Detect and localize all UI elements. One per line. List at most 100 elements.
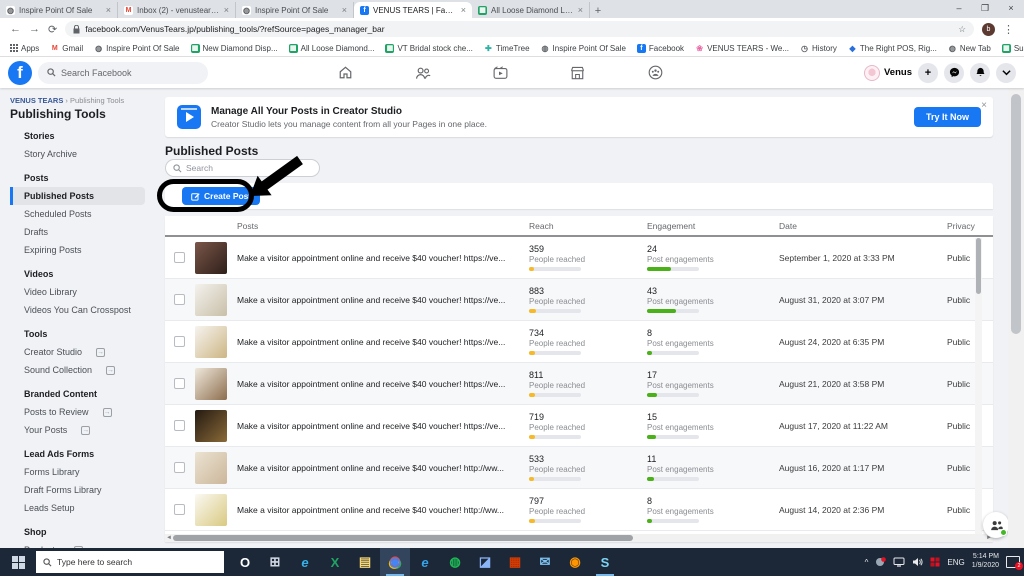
browser-tab-0[interactable]: ◍Inspire Point Of Sale× <box>0 2 118 18</box>
browser-menu-icon[interactable]: ⋮ <box>1003 23 1014 36</box>
taskbar-task-view-icon[interactable]: ⊞ <box>260 548 290 576</box>
action-center-icon[interactable]: 2 <box>1006 556 1020 568</box>
col-engagement[interactable]: Engagement <box>647 221 779 231</box>
sidebar-item-posts-to-review[interactable]: Posts to Review→ <box>10 403 145 421</box>
sidebar-item-leads-setup[interactable]: Leads Setup <box>10 499 145 517</box>
profile-chip[interactable]: Venus <box>864 65 912 81</box>
taskbar-store-red-icon[interactable]: ▦ <box>500 548 530 576</box>
scroll-left-icon[interactable]: ◄ <box>166 534 172 542</box>
bookmark-4[interactable]: ▦All Loose Diamond... <box>289 44 375 53</box>
start-button[interactable] <box>0 548 36 576</box>
taskbar-spotify-icon[interactable]: ◍ <box>440 548 470 576</box>
banner-close-icon[interactable]: × <box>981 100 987 111</box>
taskbar-search-input[interactable]: Type here to search <box>36 551 224 573</box>
sidebar-item-video-library[interactable]: Video Library <box>10 283 145 301</box>
network-icon[interactable] <box>893 557 905 567</box>
language-indicator[interactable]: ENG <box>947 558 964 567</box>
back-icon[interactable]: ← <box>10 23 21 35</box>
sidebar-item-draft-forms-library[interactable]: Draft Forms Library <box>10 481 145 499</box>
bookmark-3[interactable]: ▦New Diamond Disp... <box>191 44 278 53</box>
posts-search-input[interactable]: Search <box>165 159 320 177</box>
sidebar-item-drafts[interactable]: Drafts <box>10 223 145 241</box>
bookmark-5[interactable]: ▦VT Bridal stock che... <box>385 44 472 53</box>
create-plus-button[interactable]: + <box>918 63 938 83</box>
taskbar-cortana-icon[interactable]: O <box>230 548 260 576</box>
tray-app-icon[interactable] <box>875 557 886 567</box>
taskbar-file-explorer-icon[interactable]: ▤ <box>350 548 380 576</box>
taskbar-internet-explorer-icon[interactable]: e <box>290 548 320 576</box>
row-checkbox[interactable] <box>174 252 185 263</box>
volume-icon[interactable] <box>912 557 923 567</box>
account-menu-button[interactable] <box>996 63 1016 83</box>
nav-watch-icon[interactable] <box>475 59 525 87</box>
try-it-now-button[interactable]: Try It Now <box>914 107 981 127</box>
sidebar-item-creator-studio[interactable]: Creator Studio→ <box>10 343 145 361</box>
row-checkbox[interactable] <box>174 462 185 473</box>
bookmark-8[interactable]: fFacebook <box>637 44 684 53</box>
bookmark-2[interactable]: ◍Inspire Point Of Sale <box>94 44 179 53</box>
post-text[interactable]: Make a visitor appointment online and re… <box>237 295 529 305</box>
bookmark-0[interactable]: Apps <box>10 44 39 53</box>
browser-tab-4[interactable]: ▦All Loose Diamond List(updated× <box>472 2 590 18</box>
browser-tab-3[interactable]: fVENUS TEARS | Facebook× <box>354 2 472 18</box>
tab-close-icon[interactable]: × <box>578 5 583 15</box>
browser-tab-2[interactable]: ◍Inspire Point Of Sale× <box>236 2 354 18</box>
bookmark-6[interactable]: ✚TimeTree <box>484 44 530 53</box>
tab-close-icon[interactable]: × <box>461 5 466 15</box>
nav-friends-icon[interactable] <box>398 59 448 87</box>
sidebar-item-expiring-posts[interactable]: Expiring Posts <box>10 241 145 259</box>
post-text[interactable]: Make a visitor appointment online and re… <box>237 421 529 431</box>
sidebar-item-videos-you-can-crosspost[interactable]: Videos You Can Crosspost <box>10 301 145 319</box>
taskbar-excel-icon[interactable]: X <box>320 548 350 576</box>
bookmark-10[interactable]: ◷History <box>800 44 837 53</box>
col-privacy[interactable]: Privacy <box>947 221 993 231</box>
col-date[interactable]: Date <box>779 221 947 231</box>
tab-close-icon[interactable]: × <box>342 5 347 15</box>
refresh-icon[interactable]: ⟳ <box>48 23 57 36</box>
tab-close-icon[interactable]: × <box>224 5 229 15</box>
sidebar-item-scheduled-posts[interactable]: Scheduled Posts <box>10 205 145 223</box>
taskbar-edge-icon[interactable]: e <box>410 548 440 576</box>
pinned-app-icon[interactable] <box>930 557 940 567</box>
sidebar-item-story-archive[interactable]: Story Archive <box>10 145 145 163</box>
tab-close-icon[interactable]: × <box>106 5 111 15</box>
bookmark-star-icon[interactable]: ☆ <box>958 24 966 35</box>
nav-home-icon[interactable] <box>320 59 370 87</box>
table-horizontal-scrollbar[interactable]: ◄ ► <box>165 534 993 542</box>
row-checkbox[interactable] <box>174 378 185 389</box>
taskbar-mail-icon[interactable]: ✉ <box>530 548 560 576</box>
col-reach[interactable]: Reach <box>529 221 647 231</box>
row-checkbox[interactable] <box>174 504 185 515</box>
table-scroll-thumb[interactable] <box>976 238 981 294</box>
taskbar-clock[interactable]: 5:14 PM 1/9/2020 <box>972 553 999 571</box>
post-text[interactable]: Make a visitor appointment online and re… <box>237 337 529 347</box>
taskbar-chrome-icon[interactable]: ◉ <box>380 548 410 576</box>
col-posts[interactable]: Posts <box>237 221 529 231</box>
page-scroll-thumb[interactable] <box>1011 94 1021 334</box>
bookmark-7[interactable]: ◍Inspire Point Of Sale <box>541 44 626 53</box>
bookmark-12[interactable]: ◍New Tab <box>948 44 991 53</box>
row-checkbox[interactable] <box>174 420 185 431</box>
url-bar[interactable]: facebook.com/VenusTears.jp/publishing_to… <box>65 21 974 37</box>
new-tab-button[interactable]: + <box>590 4 606 18</box>
taskbar-firefox-icon[interactable]: ◉ <box>560 548 590 576</box>
post-text[interactable]: Make a visitor appointment online and re… <box>237 505 529 515</box>
row-checkbox[interactable] <box>174 294 185 305</box>
horizontal-scroll-thumb[interactable] <box>173 535 633 541</box>
sidebar-item-forms-library[interactable]: Forms Library <box>10 463 145 481</box>
breadcrumb-page-link[interactable]: VENUS TEARS <box>10 96 63 105</box>
messenger-button[interactable] <box>944 63 964 83</box>
post-text[interactable]: Make a visitor appointment online and re… <box>237 463 529 473</box>
nav-gaming-icon[interactable] <box>630 59 680 87</box>
tray-expand-icon[interactable]: ^ <box>865 558 869 567</box>
post-text[interactable]: Make a visitor appointment online and re… <box>237 253 529 263</box>
row-checkbox[interactable] <box>174 336 185 347</box>
facebook-search-input[interactable]: Search Facebook <box>38 62 208 84</box>
close-icon[interactable]: × <box>998 0 1024 16</box>
restore-icon[interactable]: ❐ <box>972 0 998 16</box>
bookmark-11[interactable]: ◆The Right POS, Rig... <box>848 44 937 53</box>
taskbar-photos-icon[interactable]: ◪ <box>470 548 500 576</box>
bookmark-9[interactable]: ❀VENUS TEARS - We... <box>695 44 789 53</box>
bookmark-1[interactable]: MGmail <box>50 44 83 53</box>
forward-icon[interactable]: → <box>29 23 40 35</box>
